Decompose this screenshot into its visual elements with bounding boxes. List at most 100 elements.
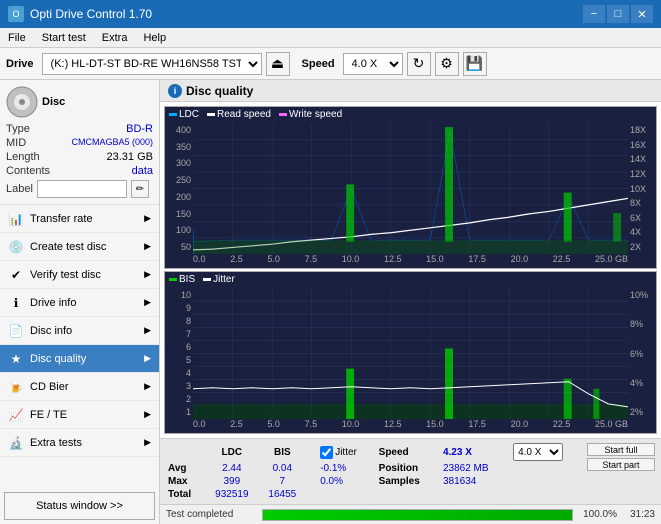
- minimize-button[interactable]: −: [583, 5, 605, 23]
- legend-read: Read speed: [207, 109, 271, 120]
- speed-select[interactable]: 4.0 X: [343, 53, 403, 75]
- contents-value: data: [132, 165, 153, 177]
- legend-write: Write speed: [279, 109, 342, 120]
- titlebar-controls[interactable]: − □ ✕: [583, 5, 653, 23]
- menu-extra[interactable]: Extra: [94, 30, 136, 46]
- ldc-label: LDC: [179, 109, 199, 120]
- menu-help[interactable]: Help: [135, 30, 174, 46]
- bottom-x-labels: 0.0 2.5 5.0 7.5 10.0 12.5 15.0 17.5 20.0…: [193, 419, 628, 433]
- bottom-y-right: 10% 8% 6% 4% 2%: [628, 288, 656, 419]
- disc-title: Disc: [42, 96, 65, 108]
- progress-bar-fill: [263, 510, 572, 520]
- max-label: Max: [164, 475, 205, 488]
- left-panel: Disc Type BD-R MID CMCMAGBA5 (000) Lengt…: [0, 80, 160, 524]
- jitter-label-chart: Jitter: [213, 274, 235, 285]
- length-row: Length 23.31 GB: [6, 150, 153, 164]
- maximize-button[interactable]: □: [607, 5, 629, 23]
- nav-extra-tests-label: Extra tests: [30, 437, 82, 449]
- nav-verify-test-disc[interactable]: ✔ Verify test disc ▶: [0, 261, 159, 289]
- write-label: Write speed: [289, 109, 342, 120]
- menu-start-test[interactable]: Start test: [34, 30, 94, 46]
- nav-disc-quality-label: Disc quality: [30, 353, 86, 365]
- disc-info-icon: 📄: [8, 323, 24, 339]
- nav-verify-test-disc-label: Verify test disc: [30, 269, 101, 281]
- nav-arrow-7: ▶: [144, 381, 151, 392]
- label-input[interactable]: [37, 180, 127, 198]
- chart-title: Disc quality: [186, 84, 253, 98]
- label-label: Label: [6, 183, 33, 195]
- nav-arrow: ▶: [144, 213, 151, 224]
- nav-drive-info[interactable]: ℹ Drive info ▶: [0, 289, 159, 317]
- stats-area: LDC BIS Jitter Speed 4.23 X 4.0 X: [160, 438, 661, 504]
- nav-drive-info-label: Drive info: [30, 297, 76, 309]
- refresh-button[interactable]: ↻: [407, 52, 431, 76]
- nav-create-test-disc[interactable]: 💿 Create test disc ▶: [0, 233, 159, 261]
- bis-color: [169, 278, 177, 281]
- titlebar: O Opti Drive Control 1.70 − □ ✕: [0, 0, 661, 28]
- nav-arrow-3: ▶: [144, 269, 151, 280]
- speed-label: Speed: [302, 58, 335, 70]
- start-full-button[interactable]: Start full: [587, 443, 655, 456]
- stats-speed-select[interactable]: 4.0 X: [513, 443, 563, 461]
- jitter-checkbox-label[interactable]: Jitter: [320, 446, 370, 459]
- nav-cd-bier[interactable]: 🍺 CD Bier ▶: [0, 373, 159, 401]
- nav-disc-info-label: Disc info: [30, 325, 72, 337]
- eject-button[interactable]: ⏏: [266, 52, 290, 76]
- jitter-checkbox[interactable]: [320, 446, 333, 459]
- disc-header: Disc: [6, 86, 153, 118]
- bottom-chart: BIS Jitter 10 9 8 7 6 5 4 3: [164, 271, 657, 434]
- nav-disc-info[interactable]: 📄 Disc info ▶: [0, 317, 159, 345]
- nav-arrow-2: ▶: [144, 241, 151, 252]
- position-value: 23862 MB: [439, 462, 509, 475]
- start-buttons: Start full Start part: [587, 443, 655, 471]
- bottom-y-left: 10 9 8 7 6 5 4 3 2 1: [165, 288, 193, 419]
- position-label: Position: [375, 462, 439, 475]
- settings-button[interactable]: ⚙: [435, 52, 459, 76]
- save-button[interactable]: 💾: [463, 52, 487, 76]
- nav-arrow-5: ▶: [144, 325, 151, 336]
- nav-arrow-8: ▶: [144, 409, 151, 420]
- total-bis: 16455: [259, 488, 306, 501]
- start-part-button[interactable]: Start part: [587, 458, 655, 471]
- create-test-disc-icon: 💿: [8, 239, 24, 255]
- avg-ldc: 2.44: [205, 462, 259, 475]
- fe-te-icon: 📈: [8, 407, 24, 423]
- nav-extra-tests[interactable]: 🔬 Extra tests ▶: [0, 429, 159, 457]
- mid-row: MID CMCMAGBA5 (000): [6, 136, 153, 150]
- chart-header-icon: i: [168, 84, 182, 98]
- nav-transfer-rate[interactable]: 📊 Transfer rate ▶: [0, 205, 159, 233]
- stats-ldc-header: LDC: [205, 442, 259, 462]
- right-panel: i Disc quality LDC Read speed: [160, 80, 661, 524]
- disc-icon: [6, 86, 38, 118]
- write-color: [279, 113, 287, 116]
- label-edit-button[interactable]: ✏: [131, 180, 149, 198]
- time-text: 31:23: [623, 509, 655, 520]
- menu-file[interactable]: File: [0, 30, 34, 46]
- transfer-rate-icon: 📊: [8, 211, 24, 227]
- label-row: Label ✏: [6, 180, 153, 198]
- read-color: [207, 113, 215, 116]
- stats-bis-header: BIS: [259, 442, 306, 462]
- contents-label: Contents: [6, 165, 50, 177]
- nav-disc-quality[interactable]: ★ Disc quality ▶: [0, 345, 159, 373]
- jitter-color: [203, 278, 211, 281]
- nav-fe-te-label: FE / TE: [30, 409, 67, 421]
- disc-section: Disc Type BD-R MID CMCMAGBA5 (000) Lengt…: [0, 80, 159, 205]
- total-ldc: 932519: [205, 488, 259, 501]
- app-icon: O: [8, 6, 24, 22]
- top-y-right: 18X 16X 14X 12X 10X 8X 6X 4X 2X: [628, 123, 656, 254]
- avg-label: Avg: [164, 462, 205, 475]
- toolbar: Drive (K:) HL-DT-ST BD-RE WH16NS58 TST4 …: [0, 48, 661, 80]
- app-title: Opti Drive Control 1.70: [30, 7, 152, 21]
- status-window-button[interactable]: Status window >>: [4, 492, 155, 520]
- drive-select[interactable]: (K:) HL-DT-ST BD-RE WH16NS58 TST4: [42, 53, 262, 75]
- mid-label: MID: [6, 137, 26, 149]
- top-chart: LDC Read speed Write speed 400 350 30: [164, 106, 657, 269]
- main-area: Disc Type BD-R MID CMCMAGBA5 (000) Lengt…: [0, 80, 661, 524]
- chart-header: i Disc quality: [160, 80, 661, 102]
- nav-fe-te[interactable]: 📈 FE / TE ▶: [0, 401, 159, 429]
- ldc-color: [169, 113, 177, 116]
- charts-area: LDC Read speed Write speed 400 350 30: [160, 102, 661, 438]
- close-button[interactable]: ✕: [631, 5, 653, 23]
- verify-test-disc-icon: ✔: [8, 267, 24, 283]
